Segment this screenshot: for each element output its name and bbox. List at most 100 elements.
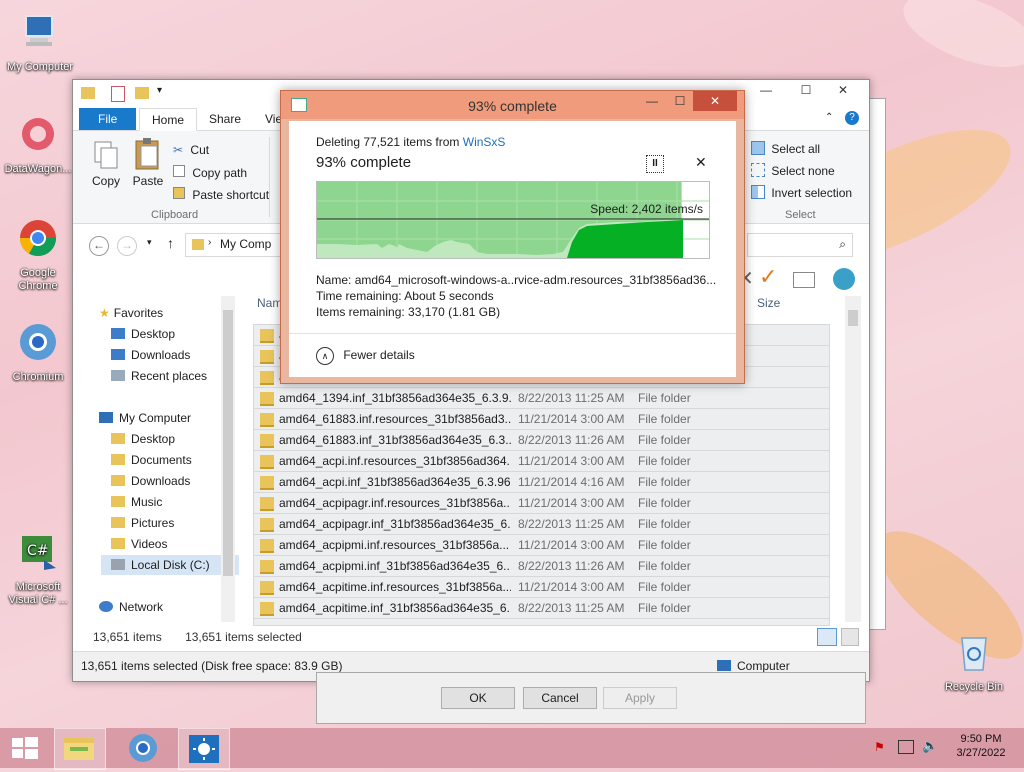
folder-icon: [260, 560, 274, 574]
table-row[interactable]: amd64_61883.inf_31bf3856ad364e35_6.3....…: [253, 429, 830, 451]
table-row[interactable]: amd64_acpipmi.inf.resources_31bf3856a...…: [253, 534, 830, 556]
tab-home[interactable]: Home: [139, 108, 198, 131]
desktop-icon-chromium[interactable]: Chromium: [0, 320, 76, 384]
nav-favorites-downloads[interactable]: Downloads: [111, 348, 190, 362]
nav-pictures[interactable]: Pictures: [111, 516, 174, 530]
clock[interactable]: 9:50 PM 3/27/2022: [946, 733, 1016, 759]
search-input[interactable]: ⌕: [747, 233, 853, 257]
table-row[interactable]: amd64_1394.inf_31bf3856ad364e35_6.3.9...…: [253, 387, 830, 409]
up-button[interactable]: ↑: [167, 235, 174, 251]
column-header-name[interactable]: Nam: [257, 296, 282, 310]
fewer-details-label: Fewer details: [343, 348, 415, 362]
file-name: amd64_61883.inf_31bf3856ad364e35_6.3....: [279, 433, 511, 447]
nav-scrollbar[interactable]: [221, 296, 235, 622]
source-folder-link[interactable]: WinSxS: [463, 135, 506, 149]
tab-file[interactable]: File: [79, 108, 137, 130]
paste-button[interactable]: Paste: [131, 137, 165, 188]
desktop-icon-visual-csharp[interactable]: C# Microsoft Visual C# ...: [0, 530, 76, 607]
status-text: 13,651 items selected (Disk free space: …: [81, 659, 343, 673]
action-center-icon[interactable]: ⚑: [874, 740, 885, 754]
apply-button[interactable]: Apply: [603, 687, 677, 709]
desktop-icon-my-computer[interactable]: My Computer: [2, 10, 78, 74]
table-row[interactable]: amd64_acpipagr.inf.resources_31bf3856a..…: [253, 492, 830, 514]
maximize-button[interactable]: ☐: [793, 80, 819, 100]
file-list-scrollbar-thumb[interactable]: [848, 310, 858, 326]
copy-button[interactable]: Copy: [89, 139, 123, 188]
taskbar-brightness-app[interactable]: [178, 728, 230, 770]
folder-icon: [260, 539, 274, 553]
desktop-icon-datawagon[interactable]: DataWagon...: [0, 112, 76, 176]
file-name: amd64_1394.inf_31bf3856ad364e35_6.3.9...: [279, 391, 511, 405]
ok-button[interactable]: OK: [441, 687, 515, 709]
file-date: 11/21/2014 4:16 AM: [518, 475, 625, 489]
forward-button[interactable]: →: [117, 236, 137, 256]
table-row[interactable]: amd64_61883.inf.resources_31bf3856ad3...…: [253, 408, 830, 430]
tab-share[interactable]: Share: [197, 108, 253, 130]
shell-icon[interactable]: [833, 268, 855, 290]
volume-muted-icon[interactable]: 🔈: [922, 738, 938, 754]
invert-selection-button[interactable]: Invert selection: [751, 185, 852, 200]
nav-music[interactable]: Music: [111, 495, 162, 509]
quick-access-properties-icon[interactable]: [111, 86, 125, 102]
taskbar-file-explorer[interactable]: [54, 728, 106, 770]
cut-button[interactable]: ✂ Cut: [173, 143, 209, 157]
quick-access-dropdown-icon[interactable]: ▾: [157, 85, 162, 96]
table-row[interactable]: amd64_acpipagr.inf_31bf3856ad364e35_6...…: [253, 513, 830, 535]
cancel-button[interactable]: Cancel: [523, 687, 597, 709]
table-row[interactable]: amd64_acpitime.inf_31bf3856ad364e35_6...…: [253, 597, 830, 619]
file-list-scrollbar[interactable]: [845, 296, 861, 622]
folder-icon: [111, 538, 125, 549]
start-button[interactable]: [0, 728, 50, 768]
nav-recent-places[interactable]: Recent places: [111, 369, 207, 383]
nav-local-disk[interactable]: Local Disk (C:): [101, 555, 239, 575]
nav-my-computer[interactable]: My Computer: [99, 411, 191, 425]
minimize-button[interactable]: —: [753, 80, 779, 100]
maximize-button[interactable]: ☐: [665, 91, 695, 111]
folder-icon: [260, 392, 274, 406]
recent-locations-icon[interactable]: ▾: [147, 237, 152, 248]
file-type: File folder: [638, 601, 691, 615]
folder-icon: [260, 329, 274, 343]
nav-computer-desktop[interactable]: Desktop: [111, 432, 175, 446]
folder-icon: [111, 517, 125, 528]
nav-computer-downloads[interactable]: Downloads: [111, 474, 190, 488]
nav-favorites[interactable]: ★ Favorites: [99, 306, 163, 320]
table-row-partial[interactable]: [253, 618, 830, 626]
nav-favorites-desktop[interactable]: Desktop: [111, 327, 175, 341]
copy-path-button[interactable]: Copy path: [173, 165, 247, 180]
dialog-body: Deleting 77,521 items from WinSxS 93% co…: [289, 121, 736, 377]
select-all-button[interactable]: Select all: [751, 141, 820, 156]
close-button[interactable]: ✕: [823, 80, 863, 100]
nav-network[interactable]: Network: [99, 600, 163, 614]
quick-access-new-folder-icon[interactable]: [135, 87, 149, 99]
nav-videos[interactable]: Videos: [111, 537, 167, 551]
network-status-icon[interactable]: [898, 740, 914, 754]
ribbon-collapse-icon[interactable]: ⌃: [825, 112, 833, 123]
table-row[interactable]: amd64_acpipmi.inf_31bf3856ad364e35_6....…: [253, 555, 830, 577]
clock-date: 3/27/2022: [956, 747, 1006, 759]
desktop-icon-recycle-bin[interactable]: Recycle Bin: [936, 630, 1012, 694]
desktop-icon-google-chrome[interactable]: Google Chrome: [0, 216, 76, 293]
column-header-size[interactable]: Size: [757, 296, 780, 310]
close-button[interactable]: ✕: [693, 91, 737, 111]
dialog-footer: ∧ Fewer details: [289, 333, 736, 378]
select-none-button[interactable]: Select none: [751, 163, 835, 178]
paste-shortcut-button[interactable]: Paste shortcut: [173, 187, 269, 202]
back-button[interactable]: ←: [89, 236, 109, 256]
details-view-button[interactable]: [817, 628, 837, 646]
properties-icon[interactable]: [793, 272, 815, 288]
check-icon[interactable]: ✓: [759, 264, 777, 290]
nav-scrollbar-thumb[interactable]: [223, 310, 233, 576]
minimize-button[interactable]: —: [637, 91, 667, 111]
cancel-operation-icon[interactable]: ✕: [695, 154, 707, 171]
table-row[interactable]: amd64_acpi.inf.resources_31bf3856ad364..…: [253, 450, 830, 472]
help-icon[interactable]: ?: [845, 111, 859, 125]
nav-documents[interactable]: Documents: [111, 453, 192, 467]
taskbar-chromium[interactable]: [118, 728, 168, 768]
large-icons-view-button[interactable]: [841, 628, 859, 646]
table-row[interactable]: amd64_acpi.inf_31bf3856ad364e35_6.3.96..…: [253, 471, 830, 493]
pause-button[interactable]: II: [646, 155, 664, 173]
fewer-details-button[interactable]: ∧ Fewer details: [316, 347, 415, 365]
table-row[interactable]: amd64_acpitime.inf.resources_31bf3856a..…: [253, 576, 830, 598]
chromium-icon: [20, 324, 56, 360]
